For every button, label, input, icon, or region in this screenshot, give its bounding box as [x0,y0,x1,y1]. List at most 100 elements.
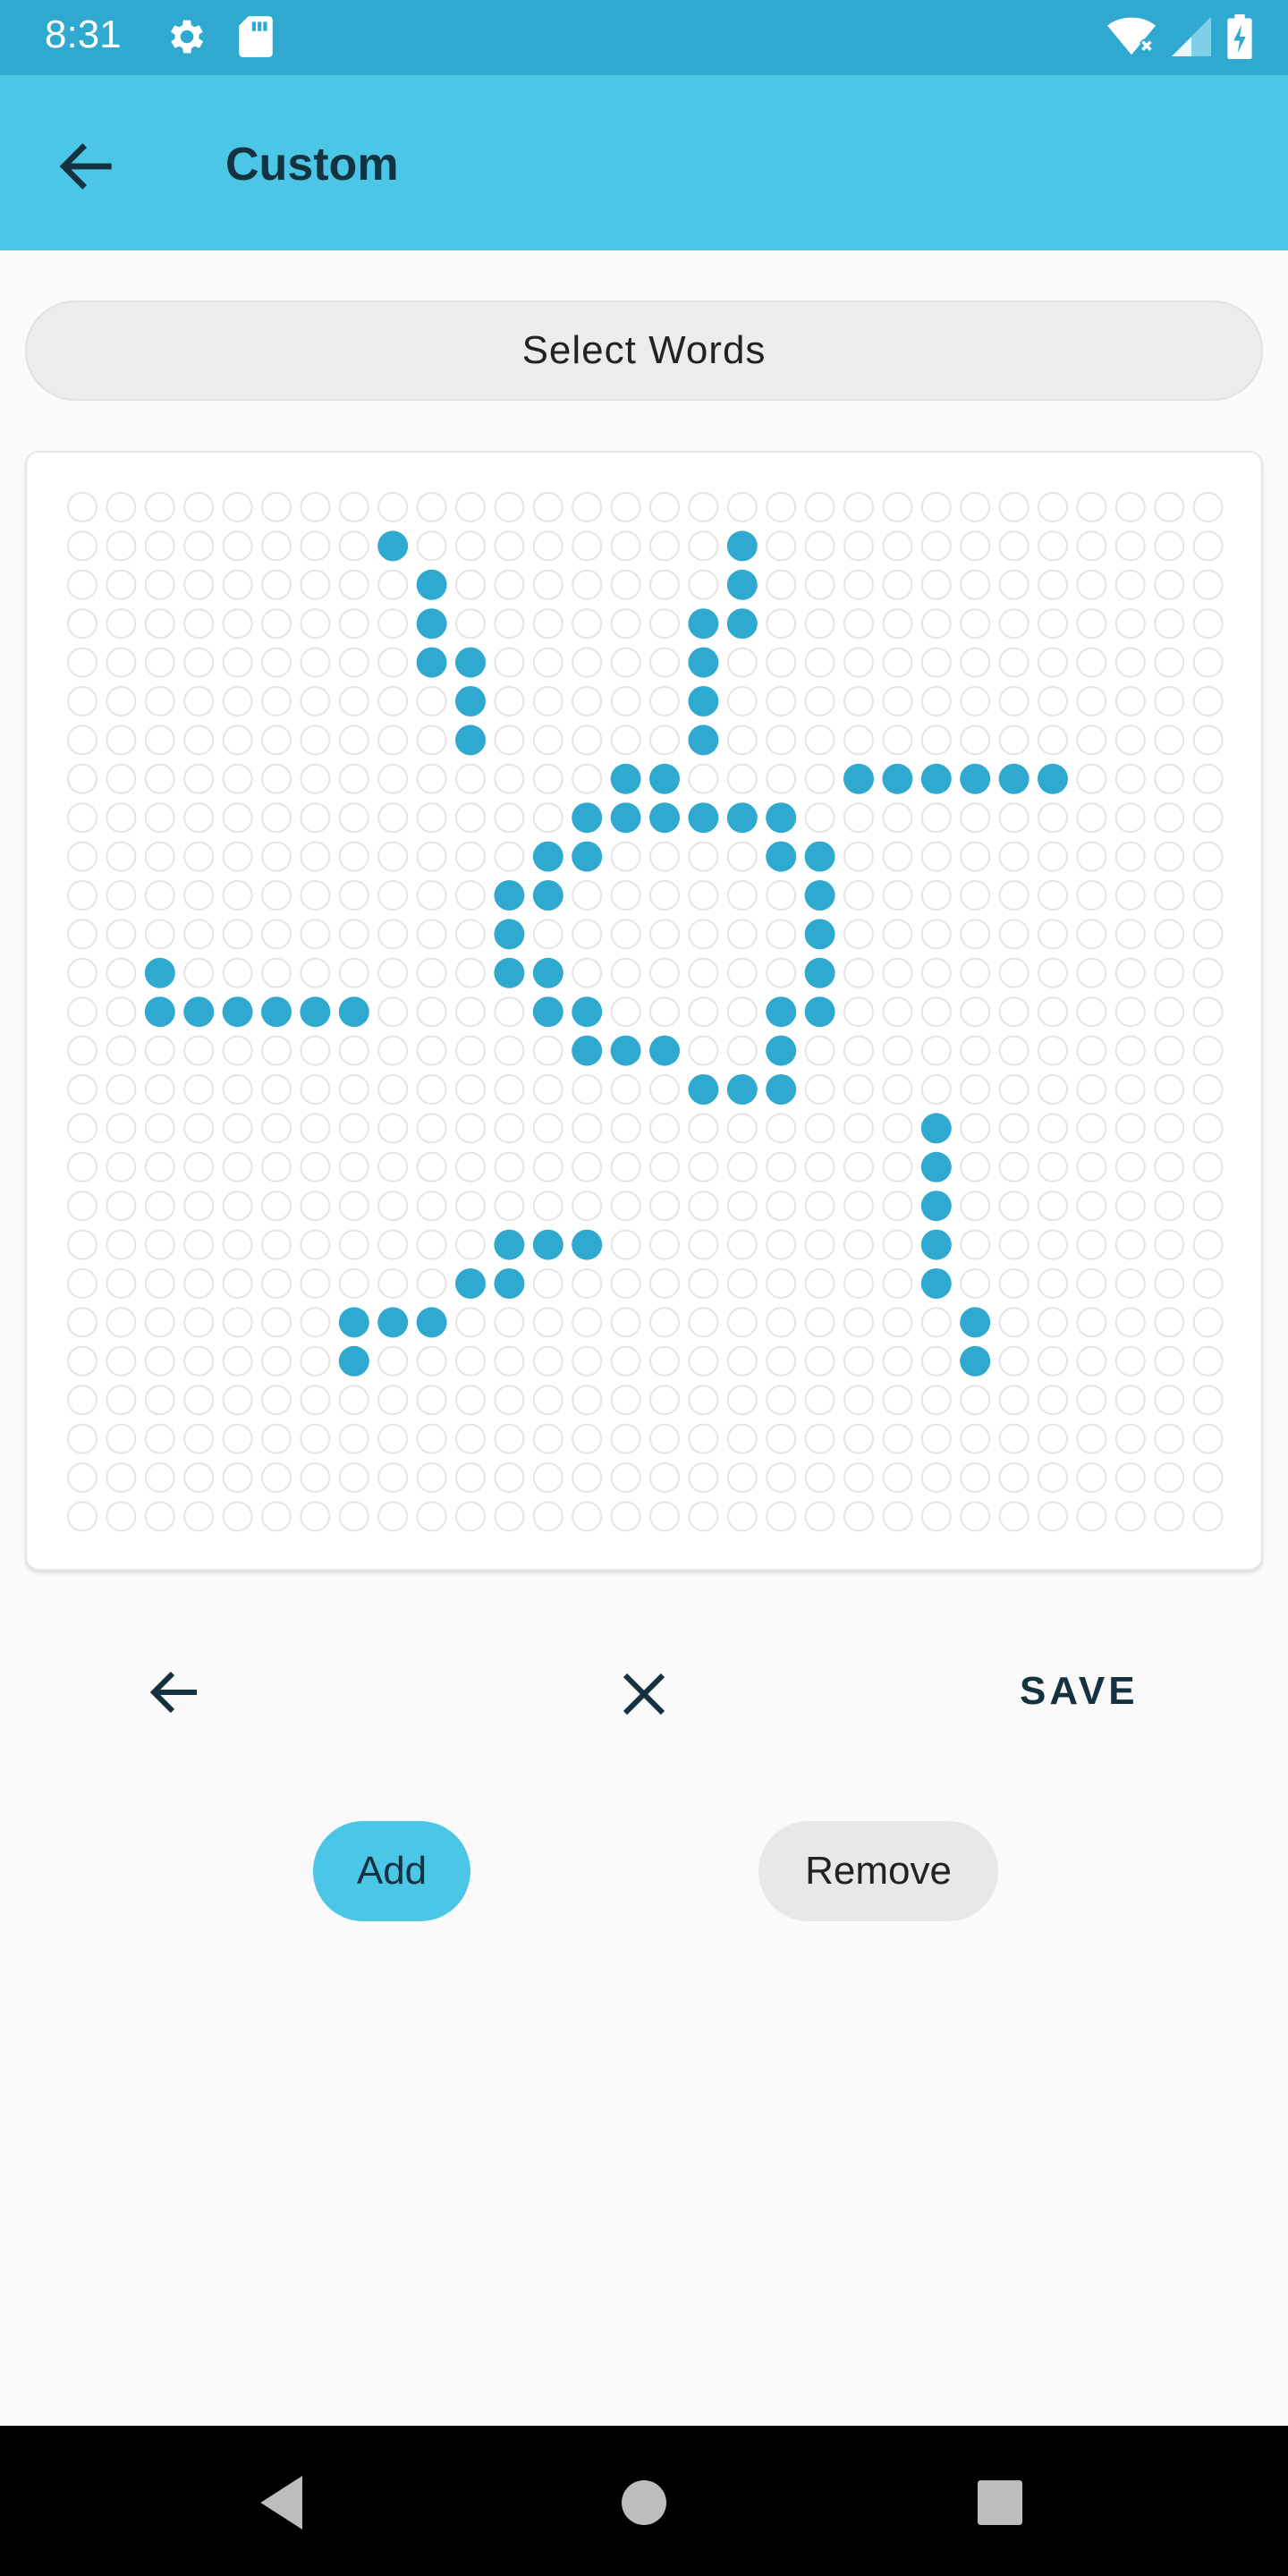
grid-dot[interactable] [726,1385,758,1416]
grid-dot[interactable] [1038,802,1068,834]
grid-dot[interactable] [222,1151,253,1182]
grid-dot[interactable] [67,1268,97,1299]
grid-dot[interactable] [920,1501,952,1532]
grid-dot[interactable] [144,492,175,522]
grid-dot-active[interactable] [455,647,486,678]
grid-dot[interactable] [843,841,874,872]
grid-dot[interactable] [377,492,409,522]
grid-dot[interactable] [1154,1191,1185,1222]
grid-dot-active[interactable] [726,1074,758,1105]
grid-dot[interactable] [920,1074,952,1105]
grid-dot[interactable] [920,996,952,1028]
grid-dot[interactable] [455,492,486,522]
grid-dot[interactable] [649,841,680,872]
grid-dot[interactable] [67,1191,97,1222]
grid-dot[interactable] [183,1268,215,1299]
grid-dot[interactable] [610,919,641,950]
grid-dot[interactable] [144,724,175,756]
grid-dot[interactable] [882,1074,913,1105]
grid-dot[interactable] [1154,1307,1185,1338]
grid-dot[interactable] [1076,841,1107,872]
grid-dot[interactable] [882,1191,913,1222]
grid-dot[interactable] [532,686,564,716]
grid-dot[interactable] [649,1229,680,1260]
grid-dot[interactable] [688,569,719,600]
grid-dot[interactable] [494,1113,525,1144]
grid-dot[interactable] [766,1385,797,1416]
grid-dot[interactable] [998,569,1030,600]
grid-dot[interactable] [882,686,913,716]
grid-dot[interactable] [804,763,835,794]
grid-dot[interactable] [416,1462,447,1493]
grid-dot[interactable] [572,1307,603,1338]
nav-home-button[interactable] [608,2467,680,2538]
grid-dot-active[interactable] [649,763,680,794]
grid-dot[interactable] [67,957,97,988]
grid-dot[interactable] [960,1462,991,1493]
grid-dot[interactable] [106,608,137,640]
grid-dot-active[interactable] [261,996,292,1028]
grid-dot[interactable] [882,569,913,600]
grid-dot[interactable] [688,530,719,562]
grid-dot[interactable] [106,763,137,794]
grid-dot[interactable] [494,1191,525,1222]
grid-dot[interactable] [882,880,913,911]
grid-dot[interactable] [766,686,797,716]
grid-dot[interactable] [766,1462,797,1493]
grid-dot[interactable] [455,1035,486,1066]
grid-dot[interactable] [998,608,1030,640]
grid-dot-active[interactable] [338,996,369,1028]
grid-dot[interactable] [377,841,409,872]
grid-dot[interactable] [261,841,292,872]
grid-dot[interactable] [726,996,758,1028]
grid-dot[interactable] [67,608,97,640]
grid-dot[interactable] [1192,1035,1224,1066]
grid-dot[interactable] [572,1074,603,1105]
grid-dot[interactable] [1192,919,1224,950]
grid-dot[interactable] [572,492,603,522]
grid-dot[interactable] [1076,492,1107,522]
grid-dot[interactable] [106,1385,137,1416]
grid-dot-active[interactable] [843,763,874,794]
grid-dot-active[interactable] [532,841,564,872]
grid-dot[interactable] [649,1074,680,1105]
grid-dot[interactable] [766,1151,797,1182]
grid-dot[interactable] [1154,802,1185,834]
grid-dot[interactable] [1076,1268,1107,1299]
grid-dot[interactable] [998,1423,1030,1454]
grid-dot[interactable] [261,1268,292,1299]
grid-dot[interactable] [222,1307,253,1338]
grid-dot[interactable] [222,608,253,640]
grid-dot[interactable] [998,1074,1030,1105]
grid-dot[interactable] [377,1462,409,1493]
grid-dot[interactable] [1076,1074,1107,1105]
grid-dot[interactable] [804,647,835,678]
grid-dot[interactable] [804,1501,835,1532]
grid-dot[interactable] [106,880,137,911]
grid-dot[interactable] [67,880,97,911]
grid-dot[interactable] [960,492,991,522]
grid-dot-active[interactable] [144,996,175,1028]
grid-dot[interactable] [1154,1345,1185,1377]
grid-dot[interactable] [1076,1307,1107,1338]
grid-dot[interactable] [222,1345,253,1377]
grid-dot[interactable] [1114,1501,1146,1532]
grid-dot[interactable] [106,492,137,522]
grid-dot[interactable] [572,1151,603,1182]
grid-dot[interactable] [106,724,137,756]
grid-dot[interactable] [1154,1074,1185,1105]
grid-dot[interactable] [766,724,797,756]
grid-dot-active[interactable] [649,1035,680,1066]
grid-dot[interactable] [726,880,758,911]
grid-dot[interactable] [1076,1385,1107,1416]
grid-dot[interactable] [261,1191,292,1222]
grid-dot[interactable] [377,763,409,794]
grid-dot[interactable] [610,1191,641,1222]
grid-dot[interactable] [843,1035,874,1066]
grid-dot[interactable] [338,647,369,678]
grid-dot[interactable] [144,841,175,872]
grid-dot[interactable] [882,957,913,988]
add-button[interactable]: Add [313,1821,470,1921]
grid-dot[interactable] [610,1151,641,1182]
grid-dot[interactable] [610,1385,641,1416]
